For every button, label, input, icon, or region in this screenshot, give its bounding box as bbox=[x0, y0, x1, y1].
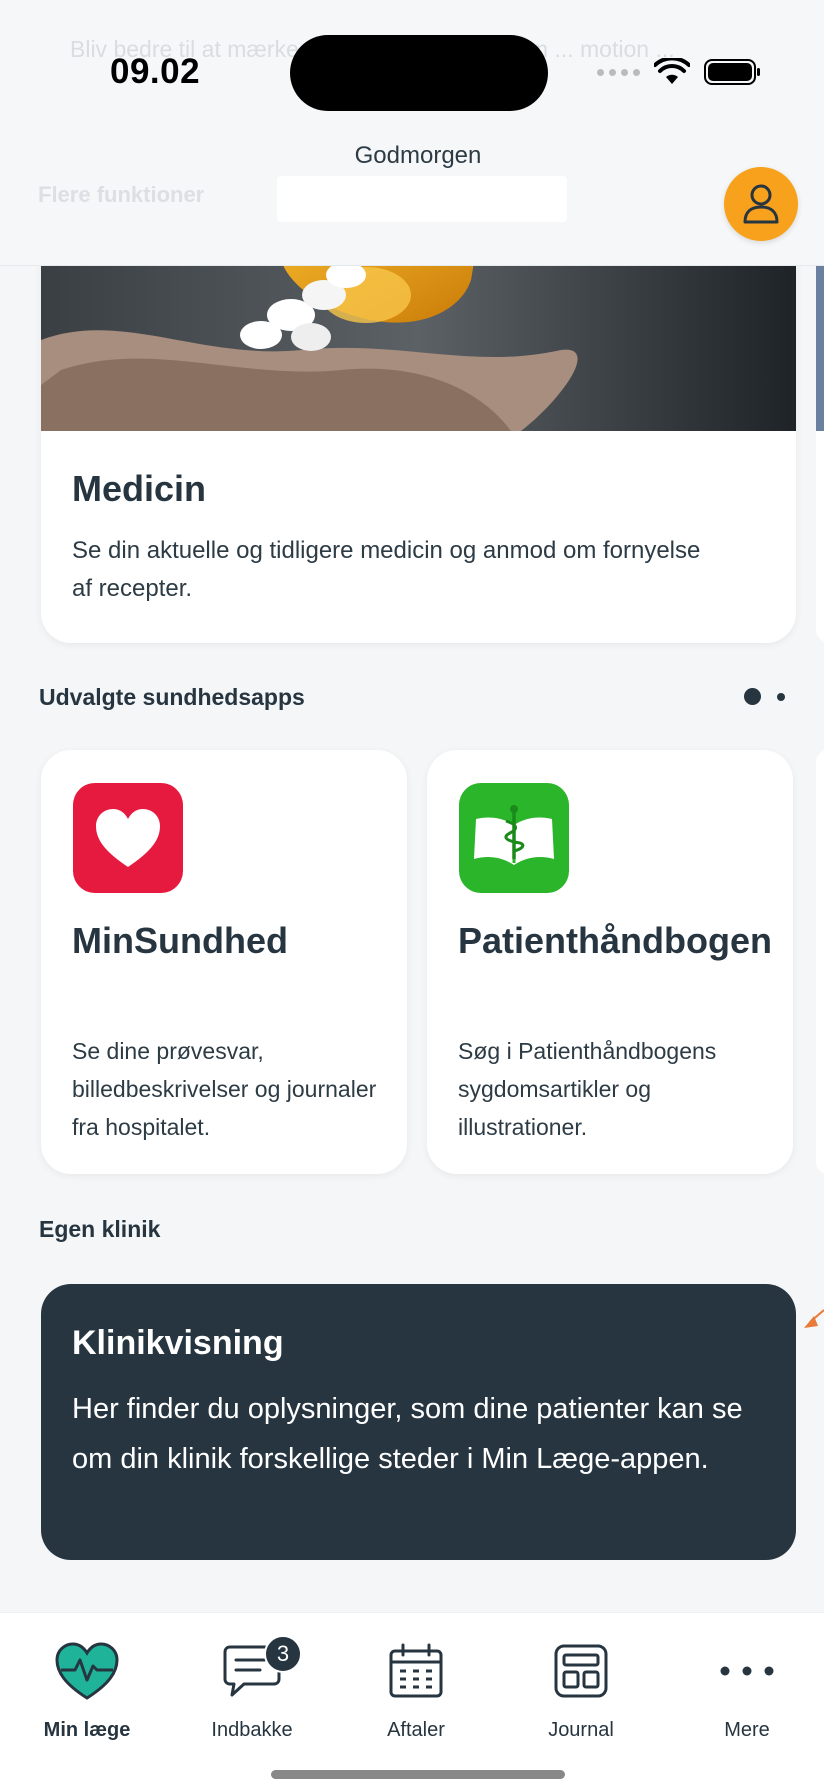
tab-label: Aftaler bbox=[387, 1719, 445, 1741]
dynamic-island bbox=[290, 35, 548, 111]
top-header: Bliv bedre til at mærke ... hvordan fakt… bbox=[0, 0, 824, 266]
heart-icon bbox=[73, 783, 183, 893]
klinikvisning-description: Her finder du oplysninger, som dine pati… bbox=[72, 1393, 743, 1475]
journal-icon bbox=[553, 1637, 609, 1705]
klinikvisning-title: Klinikvisning bbox=[72, 1324, 284, 1362]
pager-dot-active[interactable] bbox=[744, 688, 761, 705]
tooltip-arrow-icon bbox=[804, 1309, 824, 1328]
user-icon bbox=[743, 184, 779, 224]
greeting-title: Godmorgen bbox=[354, 142, 482, 169]
clinic-section-title: Egen klinik bbox=[39, 1216, 161, 1242]
more-icon bbox=[719, 1637, 775, 1705]
tab-label: Indbakke bbox=[211, 1719, 293, 1741]
apps-section-title: Udvalgte sundhedsapps bbox=[39, 684, 305, 710]
scrolled-box-ghost bbox=[277, 176, 567, 222]
medicin-description: Se din aktuelle og tidligere medicin og … bbox=[72, 537, 701, 602]
bottom-tab-bar: Min læge 3 Indbakke Aftaler Journal Mere bbox=[0, 1612, 824, 1780]
tab-journal[interactable]: Journal bbox=[506, 1637, 656, 1742]
klinikvisning-card[interactable]: Klinikvisning Her finder du oplysninger,… bbox=[41, 1284, 796, 1560]
calendar-icon bbox=[388, 1637, 444, 1705]
status-time: 09.02 bbox=[110, 52, 201, 91]
app-description: Se dine prøvesvar, billedbeskrivelser og… bbox=[72, 1038, 377, 1140]
chat-icon: 3 bbox=[222, 1635, 302, 1705]
book-icon bbox=[459, 783, 569, 893]
profile-button[interactable] bbox=[724, 167, 798, 241]
tab-mere[interactable]: Mere bbox=[672, 1637, 822, 1742]
scrolled-section-ghost: Flere funktioner bbox=[38, 182, 205, 207]
medicin-card[interactable]: Medicin Se din aktuelle og tidligere med… bbox=[41, 220, 796, 643]
next-card-image-peek bbox=[816, 266, 824, 431]
cellular-signal-icon bbox=[597, 68, 640, 76]
wifi-icon bbox=[654, 58, 690, 84]
app-card-minsundhed[interactable]: MinSundhed Se dine prøvesvar, billedbesk… bbox=[41, 750, 407, 1174]
app-card-patienthandbogen[interactable]: Patienthåndbogen Søg i Patienthåndbogens… bbox=[427, 750, 793, 1174]
app-name: MinSundhed bbox=[72, 920, 288, 961]
battery-icon bbox=[704, 59, 760, 85]
heart-pulse-icon bbox=[55, 1637, 119, 1705]
tab-min-laege[interactable]: Min læge bbox=[12, 1637, 162, 1742]
unread-badge: 3 bbox=[264, 1635, 302, 1673]
tab-label: Journal bbox=[548, 1719, 614, 1741]
next-app-card-peek[interactable] bbox=[816, 750, 824, 1174]
medicin-title: Medicin bbox=[72, 468, 207, 509]
app-description: Søg i Patienthåndbogens sygdomsartikler … bbox=[458, 1038, 717, 1140]
tab-indbakke[interactable]: 3 Indbakke bbox=[177, 1635, 327, 1742]
tab-label: Mere bbox=[724, 1719, 770, 1741]
status-icons bbox=[597, 58, 762, 86]
tab-aftaler[interactable]: Aftaler bbox=[341, 1637, 491, 1742]
tab-label: Min læge bbox=[43, 1719, 131, 1741]
app-name: Patienthåndbogen bbox=[458, 920, 772, 961]
home-indicator[interactable] bbox=[271, 1770, 565, 1779]
apps-pager[interactable] bbox=[744, 688, 785, 705]
pager-dot[interactable] bbox=[777, 692, 785, 701]
